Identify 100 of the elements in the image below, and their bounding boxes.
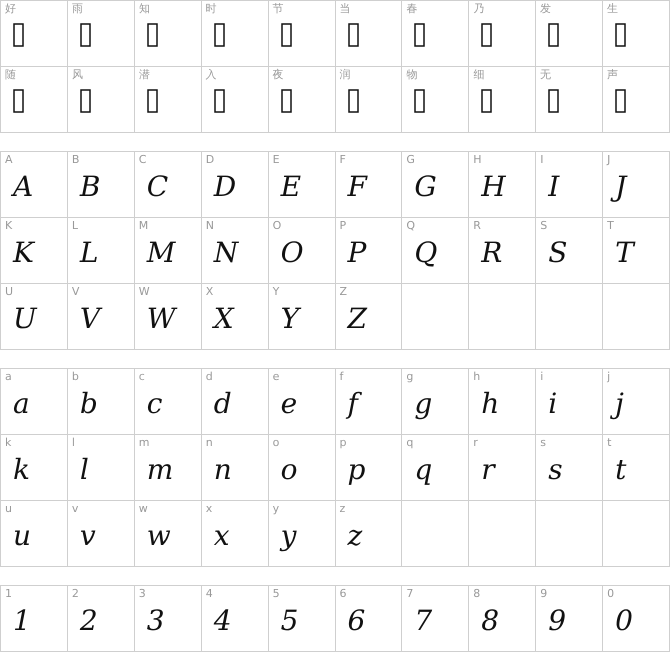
character-label: 8: [473, 588, 480, 600]
character-label: A: [5, 154, 13, 166]
glyph-sample: b: [78, 386, 99, 422]
glyph-sample: 2: [78, 603, 99, 639]
glyph-sample: z: [346, 518, 364, 554]
character-label: Y: [272, 286, 280, 298]
missing-glyph-icon: [80, 89, 91, 113]
character-label: 潜: [138, 69, 150, 81]
glyph-sample: S: [547, 235, 568, 271]
glyph-sample: 5: [280, 603, 300, 639]
glyph-sample: Z: [346, 301, 368, 337]
character-label: 润: [340, 69, 350, 81]
character-label: 夜: [272, 69, 284, 81]
glyph-sample: D: [212, 169, 238, 205]
character-label: F: [340, 154, 346, 166]
missing-glyph-icon: [80, 23, 91, 47]
glyph-sample: l: [78, 452, 90, 488]
glyph-sample: f: [346, 385, 363, 425]
character-label: 节: [272, 3, 284, 15]
missing-glyph-icon: [348, 89, 358, 113]
character-label: N: [206, 220, 214, 232]
missing-glyph-icon: [548, 89, 560, 113]
glyph-sample: q: [413, 452, 434, 488]
glyph-sample: p: [346, 452, 366, 488]
character-label: 当: [340, 3, 350, 15]
character-label: y: [272, 503, 280, 515]
glyph-sample: c: [146, 386, 164, 422]
character-label: e: [272, 371, 280, 383]
character-label: H: [473, 154, 482, 166]
character-label: g: [406, 371, 414, 383]
character-label: Q: [406, 220, 416, 232]
character-label: 6: [340, 588, 346, 600]
glyph-sample: 4: [212, 603, 233, 639]
glyph-sample: C: [146, 169, 170, 205]
character-label: a: [5, 371, 12, 383]
character-label: 0: [607, 588, 614, 600]
character-label: 5: [272, 588, 280, 600]
missing-glyph-icon: [146, 89, 158, 113]
character-label: C: [138, 154, 146, 166]
character-label: r: [473, 437, 478, 449]
missing-glyph-icon: [548, 23, 560, 47]
character-label: 无: [540, 69, 552, 81]
missing-glyph-icon: [481, 89, 492, 113]
character-label: X: [206, 286, 214, 298]
character-label: b: [72, 371, 79, 383]
character-label: t: [607, 437, 612, 449]
glyph-sample: Y: [280, 301, 302, 337]
character-label: 7: [406, 588, 414, 600]
glyph-sample: 0: [614, 603, 634, 639]
missing-glyph-icon: [414, 23, 426, 47]
character-label: E: [272, 154, 280, 166]
glyph-sample: m: [146, 452, 174, 488]
glyph-sample: V: [78, 301, 104, 337]
character-label: 随: [5, 69, 16, 81]
character-label: 物: [406, 69, 418, 81]
glyph-sample: I: [546, 169, 561, 205]
character-label: 时: [206, 3, 217, 15]
character-label: 入: [206, 69, 217, 81]
character-label: c: [138, 371, 145, 383]
character-label: P: [340, 220, 346, 232]
character-label: B: [72, 154, 80, 166]
missing-glyph-icon: [280, 23, 292, 47]
glyph-sample: v: [78, 518, 97, 554]
character-label: 4: [206, 588, 213, 600]
character-label: w: [138, 503, 148, 515]
glyph-sample: 6: [346, 603, 366, 639]
glyph-sample: R: [480, 235, 504, 271]
glyph-sample: M: [145, 235, 177, 271]
character-label: J: [607, 154, 610, 166]
character-label: l: [72, 437, 75, 449]
character-label: 1: [5, 588, 12, 600]
glyph-sample: x: [212, 518, 230, 554]
character-label: L: [72, 220, 78, 232]
character-label: 春: [406, 3, 418, 15]
character-label: h: [473, 371, 480, 383]
glyph-sample: O: [280, 235, 305, 271]
glyph-sample: H: [480, 169, 507, 205]
character-label: 发: [540, 3, 552, 15]
glyph-sample: 1: [12, 603, 32, 639]
glyph-sample: T: [614, 235, 636, 271]
glyph-sample: 7: [413, 603, 434, 639]
character-label: j: [607, 371, 610, 383]
character-label: Z: [340, 286, 348, 298]
glyph-sample: G: [413, 169, 438, 205]
character-label: R: [473, 220, 481, 232]
missing-glyph-icon: [280, 89, 292, 113]
missing-glyph-icon: [414, 89, 426, 113]
character-label: 3: [138, 588, 146, 600]
glyph-sample: B: [78, 169, 102, 205]
glyph-sample: o: [280, 452, 298, 488]
glyph-sample: d: [212, 386, 233, 422]
character-label: n: [206, 437, 213, 449]
character-label: z: [340, 503, 346, 515]
character-label: G: [406, 154, 415, 166]
character-label: K: [5, 220, 12, 232]
character-label: s: [540, 437, 546, 449]
character-label: M: [138, 220, 148, 232]
glyph-sample: J: [613, 168, 632, 208]
character-label: d: [206, 371, 213, 383]
character-label: v: [72, 503, 78, 515]
